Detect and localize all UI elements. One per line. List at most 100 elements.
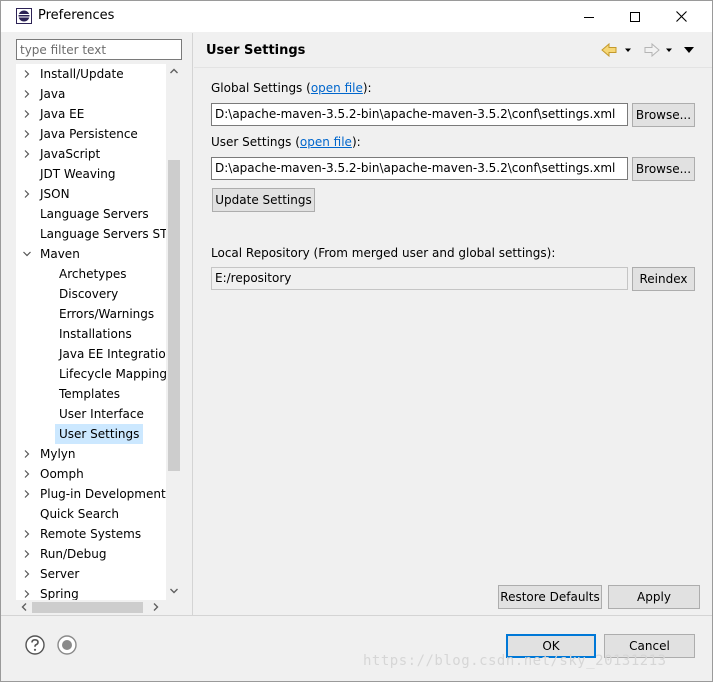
user-settings-field[interactable]: D:\apache-maven-3.5.2-bin\apache-maven-3…: [211, 157, 628, 180]
tree-item-label: Discovery: [59, 287, 119, 301]
tree-item-label: Archetypes: [59, 267, 127, 281]
tree-item[interactable]: Quick Search: [16, 504, 166, 524]
tree-item[interactable]: Java EE Integration: [16, 344, 173, 364]
tree-item[interactable]: Maven: [16, 244, 166, 264]
tree-vertical-scrollbar[interactable]: [166, 64, 182, 600]
restore-defaults-button[interactable]: Restore Defaults: [498, 585, 602, 609]
chevron-right-icon[interactable]: [23, 90, 31, 98]
tree-item-label: Language Servers: [40, 207, 149, 221]
tree-item-label: Java EE: [40, 107, 85, 121]
preference-tree: Install/Update Java Java EE Java Persistenc…: [16, 64, 182, 615]
view-menu-icon[interactable]: [684, 47, 694, 53]
tree-item[interactable]: Errors/Warnings: [16, 304, 166, 324]
close-button[interactable]: [658, 1, 704, 32]
tree-item[interactable]: Java: [16, 84, 166, 104]
back-dropdown-icon[interactable]: [625, 48, 631, 53]
tree-item-label: Templates: [59, 387, 121, 401]
tree-item[interactable]: Java EE: [16, 104, 166, 124]
tree-item-label: User Settings: [55, 424, 144, 444]
global-browse-button[interactable]: Browse...: [632, 103, 695, 127]
chevron-right-icon[interactable]: [23, 570, 31, 578]
tree-item[interactable]: Run/Debug: [16, 544, 166, 564]
global-open-file-link[interactable]: open file: [311, 81, 363, 95]
reindex-button[interactable]: Reindex: [632, 267, 695, 291]
tree-item[interactable]: Language Servers: [16, 204, 166, 224]
tree-item[interactable]: Archetypes: [16, 264, 166, 284]
chevron-right-icon[interactable]: [23, 130, 31, 138]
tree-item-label: User Interface: [59, 407, 144, 421]
tree-item[interactable]: Java Persistence: [16, 124, 166, 144]
tree-item-label: Lifecycle Mapping: [59, 367, 167, 381]
tree-vertical-scroll-thumb[interactable]: [168, 160, 180, 471]
window-title: Preferences: [38, 8, 115, 23]
scroll-up-icon[interactable]: [170, 68, 178, 74]
tree-item[interactable]: Lifecycle Mapping: [16, 364, 167, 384]
tree-item[interactable]: Install/Update: [16, 64, 166, 84]
tree-item[interactable]: User Interface: [16, 404, 166, 424]
tree-item-label: Mylyn: [40, 447, 76, 461]
chevron-right-icon[interactable]: [23, 450, 31, 458]
tree-item-label: Maven: [40, 247, 80, 261]
scroll-right-icon[interactable]: [153, 603, 159, 611]
footer-separator: [1, 615, 712, 616]
global-settings-label: Global Settings (open file):: [211, 81, 372, 95]
chevron-right-icon[interactable]: [23, 150, 31, 158]
tree-item[interactable]: JDT Weaving: [16, 164, 166, 184]
chevron-right-icon[interactable]: [23, 590, 31, 598]
chevron-right-icon[interactable]: [23, 190, 31, 198]
global-settings-field[interactable]: D:\apache-maven-3.5.2-bin\apache-maven-3…: [211, 103, 628, 126]
tree-item[interactable]: User Settings: [16, 424, 166, 444]
tree-item[interactable]: Language Servers STS: [16, 224, 175, 244]
maximize-icon: [630, 11, 640, 22]
tree-item-label: Install/Update: [40, 67, 124, 81]
tree-item-label: Java Persistence: [40, 127, 138, 141]
tree-item[interactable]: Installations: [16, 324, 166, 344]
user-open-file-link[interactable]: open file: [300, 135, 352, 149]
forward-arrow-icon[interactable]: [644, 42, 660, 58]
filter-input[interactable]: [16, 39, 182, 60]
tree-item-label: Run/Debug: [40, 547, 107, 561]
tree-item[interactable]: Server: [16, 564, 166, 584]
pane-divider[interactable]: [192, 33, 193, 615]
chevron-right-icon[interactable]: [23, 490, 31, 498]
chevron-right-icon[interactable]: [23, 110, 31, 118]
tree-item-label: Language Servers STS: [40, 227, 176, 241]
update-settings-button[interactable]: Update Settings: [212, 188, 315, 212]
chevron-right-icon[interactable]: [23, 470, 31, 478]
tree-item-label: Oomph: [40, 467, 84, 481]
title-bar[interactable]: Preferences: [1, 1, 712, 32]
record-macro-icon[interactable]: [57, 635, 77, 655]
maximize-button[interactable]: [612, 1, 658, 32]
chevron-right-icon[interactable]: [23, 530, 31, 538]
help-icon[interactable]: [25, 635, 45, 655]
user-settings-label: User Settings (open file):: [211, 135, 361, 149]
history-navigation: [601, 42, 694, 58]
tree-item[interactable]: Plug-in Development: [16, 484, 166, 504]
watermark: https://blog.csdn.net/sky_20131213: [363, 653, 667, 669]
tree-horizontal-scroll-thumb[interactable]: [32, 602, 143, 613]
back-arrow-icon[interactable]: [601, 42, 617, 58]
tree-item-label: JDT Weaving: [40, 167, 116, 181]
chevron-right-icon[interactable]: [23, 70, 31, 78]
tree-item-label: Plug-in Development: [40, 487, 166, 501]
tree-item[interactable]: Mylyn: [16, 444, 166, 464]
tree-item[interactable]: Remote Systems: [16, 524, 166, 544]
tree-item[interactable]: Discovery: [16, 284, 166, 304]
scroll-left-icon[interactable]: [21, 603, 27, 611]
chevron-down-icon[interactable]: [23, 250, 31, 258]
page-title: User Settings: [206, 43, 306, 58]
scroll-down-icon[interactable]: [170, 588, 178, 594]
tree-item-label: JavaScript: [40, 147, 101, 161]
tree-item[interactable]: Templates: [16, 384, 166, 404]
tree-item[interactable]: Oomph: [16, 464, 166, 484]
local-repository-field: E:/repository: [211, 267, 628, 290]
chevron-right-icon[interactable]: [23, 550, 31, 558]
apply-button[interactable]: Apply: [608, 585, 700, 609]
tree-item[interactable]: JSON: [16, 184, 166, 204]
preferences-window: Preferences Install/Update Java Java EE Jav…: [0, 0, 713, 682]
tree-horizontal-scrollbar[interactable]: [16, 600, 182, 615]
forward-dropdown-icon[interactable]: [666, 48, 672, 53]
minimize-button[interactable]: [566, 1, 612, 32]
user-browse-button[interactable]: Browse...: [632, 157, 695, 181]
tree-item[interactable]: JavaScript: [16, 144, 166, 164]
